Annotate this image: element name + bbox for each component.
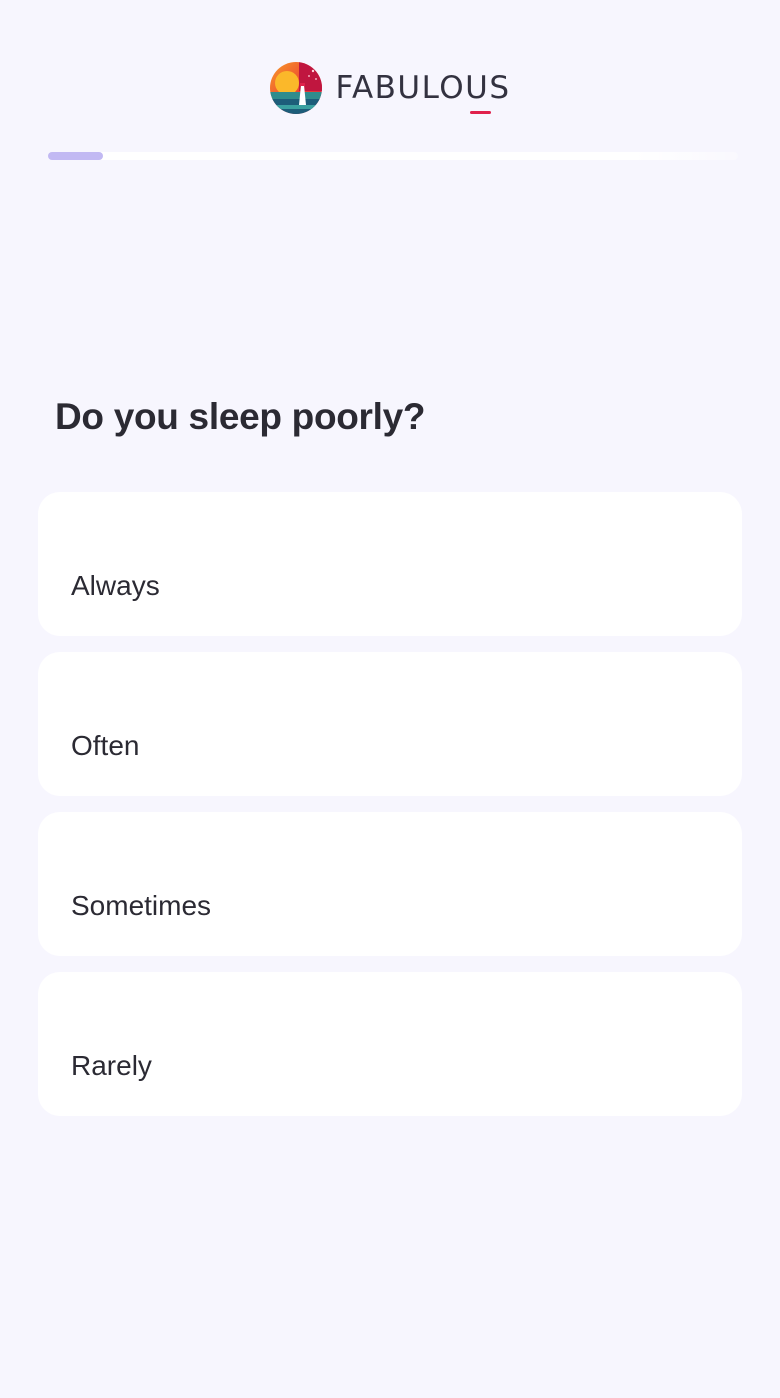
brand-name: FABULOUS (335, 69, 511, 106)
option-label: Rarely (71, 1050, 152, 1081)
option-label: Always (71, 570, 160, 601)
option-often[interactable]: Often (38, 652, 742, 796)
question-title: Do you sleep poorly? (55, 396, 426, 437)
answer-options: Always Often Sometimes Rarely (38, 492, 742, 1132)
option-always[interactable]: Always (38, 492, 742, 636)
sunset-lighthouse-icon (270, 62, 323, 114)
brand-wordmark: FABULOUS (335, 69, 511, 114)
option-sometimes[interactable]: Sometimes (38, 812, 742, 956)
progress-bar (48, 152, 738, 160)
brand-underline (470, 110, 492, 114)
progress-fill (48, 152, 104, 160)
option-label: Often (71, 730, 140, 761)
option-rarely[interactable]: Rarely (38, 972, 742, 1116)
option-label: Sometimes (71, 890, 212, 921)
header: FABULOUS (0, 60, 780, 116)
